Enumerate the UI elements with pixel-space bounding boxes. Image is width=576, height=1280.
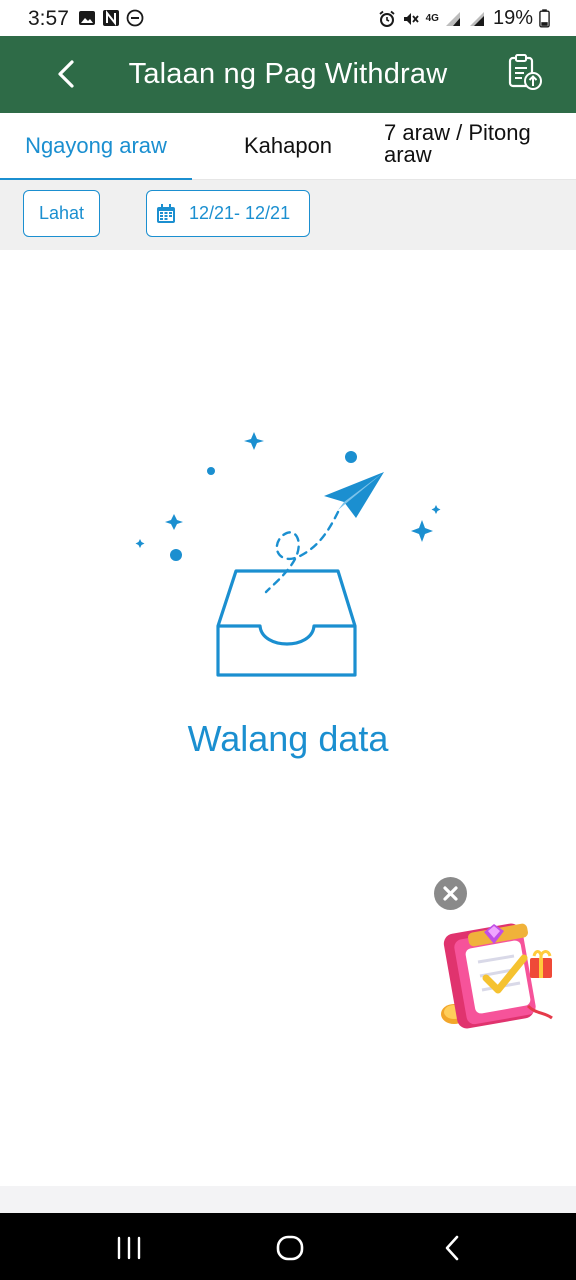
filter-all-label: Lahat — [38, 203, 85, 223]
status-time: 3:57 — [28, 7, 69, 30]
status-left-icons — [78, 9, 144, 27]
date-tabs: Ngayong araw Kahapon 7 araw / Pitong ara… — [0, 113, 576, 181]
alarm-icon — [379, 10, 395, 27]
empty-inbox-icon — [135, 432, 441, 677]
home-icon — [276, 1235, 304, 1261]
battery-icon — [539, 9, 550, 28]
bottom-strip — [0, 1186, 576, 1213]
mute-icon — [403, 12, 419, 25]
calendar-icon — [157, 203, 175, 223]
system-nav-bar — [0, 1213, 576, 1280]
promo-badge[interactable] — [432, 914, 560, 1038]
nav-back-button[interactable] — [436, 1231, 470, 1265]
export-records-button[interactable] — [504, 52, 546, 94]
battery-percent: 19% — [492, 7, 533, 29]
signal-icon — [469, 11, 484, 26]
promo-close-button[interactable] — [434, 877, 467, 910]
dnd-icon — [126, 9, 144, 27]
status-bar: 3:57 4G 19% — [0, 0, 576, 36]
date-range-button[interactable]: 12/21- 12/21 — [146, 190, 310, 237]
tab-seven-days[interactable]: 7 araw / Pitong araw — [384, 113, 576, 180]
tab-today-label: Ngayong araw — [25, 133, 167, 158]
back-icon — [445, 1235, 459, 1261]
status-right: 4G 19% — [378, 7, 550, 30]
tab-seven-days-label: 7 araw / Pitong araw — [384, 120, 531, 167]
app-header: Talaan ng Pag Withdraw — [0, 36, 576, 113]
close-icon — [443, 886, 458, 901]
network-type: 4G — [425, 13, 439, 24]
home-button[interactable] — [273, 1231, 307, 1265]
signal-icon — [445, 11, 460, 26]
tab-today[interactable]: Ngayong araw — [0, 113, 192, 181]
gallery-icon — [79, 11, 95, 25]
app-n-icon — [103, 10, 119, 26]
recents-button[interactable] — [112, 1231, 146, 1265]
empty-state-message: Walang data — [187, 718, 389, 759]
tab-yesterday-label: Kahapon — [243, 133, 333, 158]
gift-checklist-icon — [441, 923, 553, 1029]
clipboard-upload-icon — [508, 54, 542, 90]
recents-icon — [117, 1236, 141, 1260]
filter-bar: Lahat 12/21- 12/21 — [0, 180, 576, 250]
tab-yesterday[interactable]: Kahapon — [192, 113, 384, 180]
date-range-text: 12/21- 12/21 — [189, 203, 291, 223]
page-title: Talaan ng Pag Withdraw — [128, 58, 448, 90]
filter-all-button[interactable]: Lahat — [23, 190, 100, 237]
